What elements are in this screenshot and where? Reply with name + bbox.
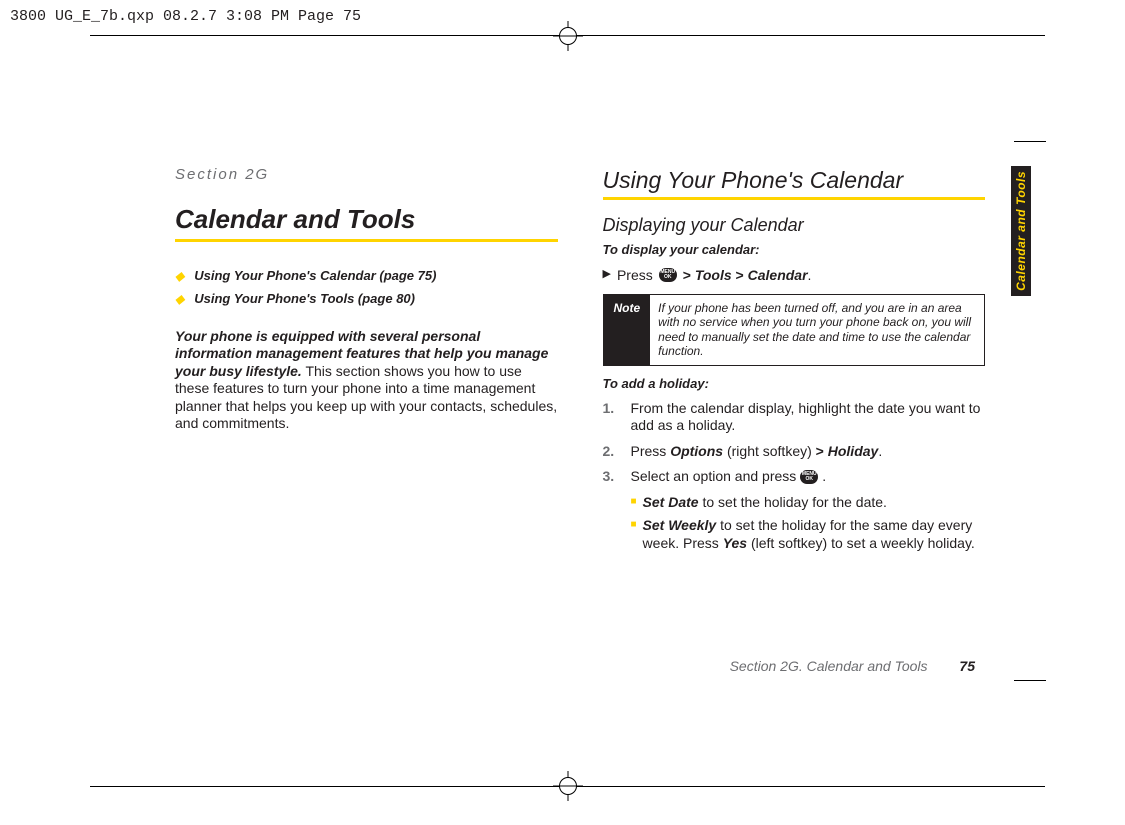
note-label: Note: [604, 295, 651, 365]
intro-paragraph: Your phone is equipped with several pers…: [175, 328, 558, 433]
menu-ok-icon: MENUOK: [659, 268, 677, 282]
page-footer: Section 2G. Calendar and Tools 75: [730, 658, 975, 674]
page-frame: 3800 UG_E_7b.qxp 08.2.7 3:08 PM Page 75 …: [90, 35, 1045, 787]
left-column: Section 2G Calendar and Tools ◆ Using Yo…: [175, 166, 558, 646]
sub-list: ■ Set Date to set the holiday for the da…: [631, 494, 986, 553]
lead-text: To display your calendar:: [603, 242, 986, 258]
square-icon: ■: [631, 494, 637, 512]
step-item: From the calendar display, highlight the…: [603, 400, 986, 435]
subsection-heading: Displaying your Calendar: [603, 214, 986, 237]
toc-item: ◆ Using Your Phone's Tools (page 80): [175, 291, 558, 308]
side-tab-label: Calendar and Tools: [1014, 171, 1028, 291]
gt: > Tools > Calendar.: [683, 267, 812, 285]
diamond-icon: ◆: [175, 291, 184, 308]
step-text: Press Options (right softkey) > Holiday.: [631, 443, 883, 461]
note-body: If your phone has been turned off, and y…: [650, 295, 984, 365]
toc-item-label: Using Your Phone's Calendar (page 75): [194, 268, 436, 284]
toc-list: ◆ Using Your Phone's Calendar (page 75) …: [175, 268, 558, 308]
step-item: Select an option and press MENUOK .: [603, 468, 986, 486]
square-icon: ■: [631, 517, 637, 552]
page-number: 75: [959, 658, 975, 674]
step-text: From the calendar display, highlight the…: [631, 400, 986, 435]
step-text: Select an option and press MENUOK .: [631, 468, 827, 486]
lead-text: To add a holiday:: [603, 376, 986, 392]
registration-mark-bottom: [553, 771, 583, 801]
steps-list: From the calendar display, highlight the…: [603, 400, 986, 486]
step-item: Press Options (right softkey) > Holiday.: [603, 443, 986, 461]
triangle-icon: ▶: [603, 268, 611, 282]
right-column: Using Your Phone's Calendar Displaying y…: [603, 166, 986, 646]
toc-item-label: Using Your Phone's Tools (page 80): [194, 291, 415, 307]
menu-ok-icon: MENUOK: [800, 470, 818, 484]
section-heading: Using Your Phone's Calendar: [603, 166, 986, 200]
note-box: Note If your phone has been turned off, …: [603, 294, 986, 366]
side-tab: Calendar and Tools: [1011, 166, 1031, 296]
sub-item: ■ Set Date to set the holiday for the da…: [631, 494, 986, 512]
diamond-icon: ◆: [175, 268, 184, 285]
crop-tick-right-bottom: [1014, 680, 1046, 681]
sub-item: ■ Set Weekly to set the holiday for the …: [631, 517, 986, 552]
crop-tick-right-top: [1014, 141, 1046, 142]
footer-text: Section 2G. Calendar and Tools: [730, 658, 928, 674]
instruction-line: ▶ Press MENUOK > Tools > Calendar.: [603, 267, 986, 285]
toc-item: ◆ Using Your Phone's Calendar (page 75): [175, 268, 558, 285]
page-title: Calendar and Tools: [175, 203, 558, 243]
press-label: Press: [617, 267, 653, 285]
registration-mark-top: [553, 21, 583, 51]
crop-header: 3800 UG_E_7b.qxp 08.2.7 3:08 PM Page 75: [10, 8, 361, 25]
section-label: Section 2G: [175, 166, 558, 185]
content-columns: Section 2G Calendar and Tools ◆ Using Yo…: [175, 166, 985, 646]
